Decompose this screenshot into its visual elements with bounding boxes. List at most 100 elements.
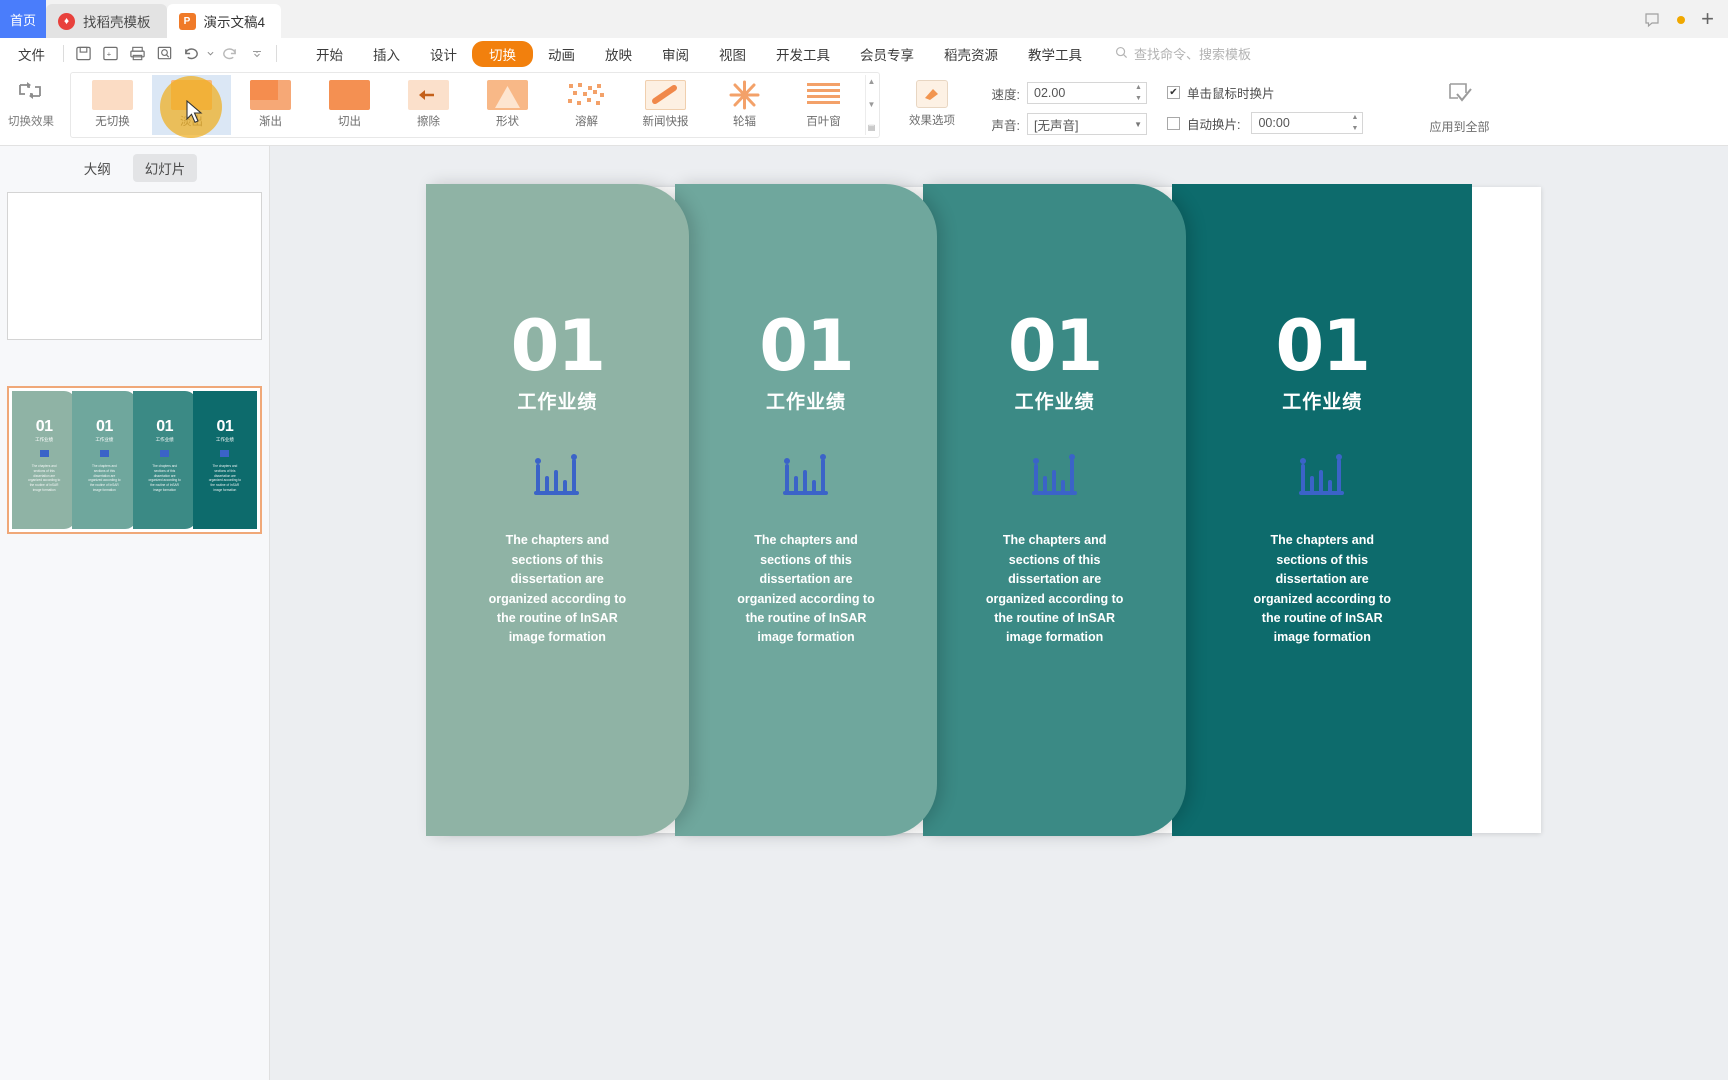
mouse-cursor-icon xyxy=(186,100,203,124)
slide-thumbnail-1[interactable] xyxy=(7,192,262,340)
effect-options-group[interactable]: 效果选项 xyxy=(894,72,970,128)
menu-bar: 文件 + 开始 插入 设计 切换 动画 放映 审阅 视图 开发工具 会员专享 稻… xyxy=(0,38,1728,70)
bar-chart-icon xyxy=(220,450,230,457)
transition-item-fade[interactable]: 淡出 xyxy=(152,75,231,138)
transition-thumb xyxy=(92,80,133,110)
ribbon-tab-slideshow[interactable]: 放映 xyxy=(590,41,647,67)
unsaved-dot xyxy=(1677,16,1686,24)
transition-effect-group[interactable]: 切换效果 xyxy=(0,72,62,129)
ribbon-tab-view[interactable]: 视图 xyxy=(704,41,761,67)
ribbon-tabs: 开始 插入 设计 切换 动画 放映 审阅 视图 开发工具 会员专享 稻壳资源 教… xyxy=(301,40,1097,67)
transition-thumb xyxy=(803,80,844,110)
auto-advance-input[interactable]: 00:00 ▲ ▼ xyxy=(1251,112,1364,134)
speed-input[interactable]: 02.00 ▲ ▼ xyxy=(1027,82,1147,104)
customize-toolbar-icon[interactable] xyxy=(243,42,270,66)
print-icon[interactable] xyxy=(124,42,151,66)
ribbon-tab-insert[interactable]: 插入 xyxy=(358,41,415,67)
file-menu-button[interactable]: 文件 xyxy=(6,44,57,64)
click-advance-checkbox[interactable]: ✔ xyxy=(1167,86,1180,99)
thumb-card: 01 工作业绩 The chapters and sections of thi… xyxy=(192,391,257,529)
gallery-scroll-buttons[interactable]: ▲ ▼ ▤ xyxy=(865,75,877,135)
transition-item-newsflash[interactable]: 新闻快报 xyxy=(626,75,705,135)
save-icon[interactable] xyxy=(70,42,97,66)
bar-chart-icon xyxy=(99,450,109,457)
document-tab-docer[interactable]: ♦ 找稻壳模板 xyxy=(46,4,167,38)
speed-stepper[interactable]: ▲ ▼ xyxy=(1132,84,1145,102)
ribbon-tab-member[interactable]: 会员专享 xyxy=(845,41,929,67)
ribbon-tab-docer[interactable]: 稻壳资源 xyxy=(929,41,1013,67)
chevron-down-icon[interactable]: ▼ xyxy=(1134,120,1142,129)
sound-select[interactable]: [无声音] ▼ xyxy=(1027,113,1147,135)
slide-cards: 01 工作业绩 The chapters and sections of thi… xyxy=(426,184,1539,836)
undo-icon[interactable] xyxy=(178,42,205,66)
thumb-card-number: 01 xyxy=(156,418,174,435)
document-tab-label: 找稻壳模板 xyxy=(83,15,151,30)
tab-slides[interactable]: 幻灯片 xyxy=(132,154,198,182)
transition-item-blinds[interactable]: 百叶窗 xyxy=(784,75,863,135)
transition-label: 擦除 xyxy=(417,116,440,128)
comment-icon[interactable] xyxy=(1643,11,1661,29)
undo-dropdown-icon[interactable] xyxy=(205,42,216,66)
tab-outline[interactable]: 大纲 xyxy=(72,154,123,182)
browser-tab-bar: 首页 ♦ 找稻壳模板 P 演示文稿4 + xyxy=(0,0,1728,38)
auto-advance-stepper[interactable]: ▲ ▼ xyxy=(1348,114,1361,132)
auto-advance-row[interactable]: 自动换片: 00:00 ▲ ▼ xyxy=(1167,112,1364,134)
search-command-box[interactable]: 查找命令、搜索模板 xyxy=(1115,44,1251,63)
ribbon-tab-animation[interactable]: 动画 xyxy=(533,41,590,67)
transition-item-dissolve[interactable]: 溶解 xyxy=(547,75,626,135)
transition-thumb xyxy=(250,80,291,110)
slide-card-1[interactable]: 01 工作业绩 The chapters and sections of thi… xyxy=(426,184,689,836)
transition-item-none[interactable]: 无切换 xyxy=(73,75,152,135)
gallery-expand-icon[interactable]: ▤ xyxy=(868,124,876,132)
redo-icon[interactable] xyxy=(216,42,243,66)
navigator-tabs: 大纲 幻灯片 xyxy=(0,146,269,190)
transition-item-shape[interactable]: 形状 xyxy=(468,75,547,135)
transition-thumb xyxy=(487,80,528,110)
home-tab[interactable]: 首页 xyxy=(0,0,46,38)
card-number: 01 xyxy=(510,305,606,387)
slide-card-3[interactable]: 01 工作业绩 The chapters and sections of thi… xyxy=(923,184,1186,836)
slide-card-2[interactable]: 01 工作业绩 The chapters and sections of thi… xyxy=(674,184,938,836)
transition-item-wheel[interactable]: 轮辐 xyxy=(705,75,784,135)
ribbon-tab-start[interactable]: 开始 xyxy=(301,41,358,67)
transition-label: 形状 xyxy=(496,116,519,128)
transition-effect-label: 切换效果 xyxy=(8,116,54,128)
click-advance-row[interactable]: ✔ 单击鼠标时换片 xyxy=(1167,83,1363,102)
divider xyxy=(276,45,277,62)
transition-fields: 速度: 02.00 ▲ ▼ 声音: [无声音] ▼ xyxy=(986,72,1147,135)
transition-item-wipe[interactable]: 擦除 xyxy=(389,75,468,135)
ribbon-tab-transition[interactable]: 切换 xyxy=(472,40,533,67)
gallery-scroll-up-icon[interactable]: ▲ xyxy=(868,78,876,86)
print-preview-icon[interactable] xyxy=(151,42,178,66)
ribbon-tab-design[interactable]: 设计 xyxy=(415,41,472,67)
ribbon-tab-teaching-tools[interactable]: 教学工具 xyxy=(1013,41,1097,67)
thumb-card-number: 01 xyxy=(95,418,113,435)
thumb-card: 01 工作业绩 The chapters and sections of thi… xyxy=(132,391,197,529)
gallery-scroll-down-icon[interactable]: ▼ xyxy=(868,101,876,109)
thumbnail-preview: 01 工作业绩 The chapters and sections of thi… xyxy=(12,391,257,529)
new-tab-button[interactable]: + xyxy=(1701,8,1714,32)
transition-item-dissolve-out[interactable]: 渐出 xyxy=(231,75,310,135)
transition-label: 新闻快报 xyxy=(642,116,689,128)
sound-label: 声音: xyxy=(991,118,1020,133)
transition-label: 渐出 xyxy=(259,116,282,128)
card-body-text: The chapters and sections of this disser… xyxy=(488,533,627,645)
slide-canvas[interactable]: 01 工作业绩 The chapters and sections of thi… xyxy=(270,146,1728,1080)
slide-editing-surface[interactable]: 01 工作业绩 The chapters and sections of thi… xyxy=(426,184,1541,836)
ribbon-tab-review[interactable]: 审阅 xyxy=(647,41,704,67)
card-subtitle: 工作业绩 xyxy=(1282,392,1363,414)
auto-advance-label: 自动换片: xyxy=(1187,117,1241,132)
sound-value: [无声音] xyxy=(1034,118,1079,133)
auto-advance-checkbox[interactable] xyxy=(1167,116,1180,130)
ribbon-tab-developer[interactable]: 开发工具 xyxy=(761,41,845,67)
slide-thumbnail-2[interactable]: 01 工作业绩 The chapters and sections of thi… xyxy=(7,386,262,534)
card-subtitle: 工作业绩 xyxy=(517,392,598,414)
transition-thumb xyxy=(645,80,686,110)
transition-ribbon: 切换效果 无切换 淡出 渐出 切出 xyxy=(0,70,1728,146)
save-as-icon[interactable]: + xyxy=(97,42,124,66)
search-placeholder: 查找命令、搜索模板 xyxy=(1134,47,1252,62)
slide-card-4[interactable]: 01 工作业绩 The chapters and sections of thi… xyxy=(1171,184,1473,836)
document-tab-presentation[interactable]: P 演示文稿4 xyxy=(166,4,282,38)
transition-item-cut-out[interactable]: 切出 xyxy=(310,75,389,135)
apply-to-all-button[interactable]: 应用到全部 xyxy=(1413,72,1505,135)
